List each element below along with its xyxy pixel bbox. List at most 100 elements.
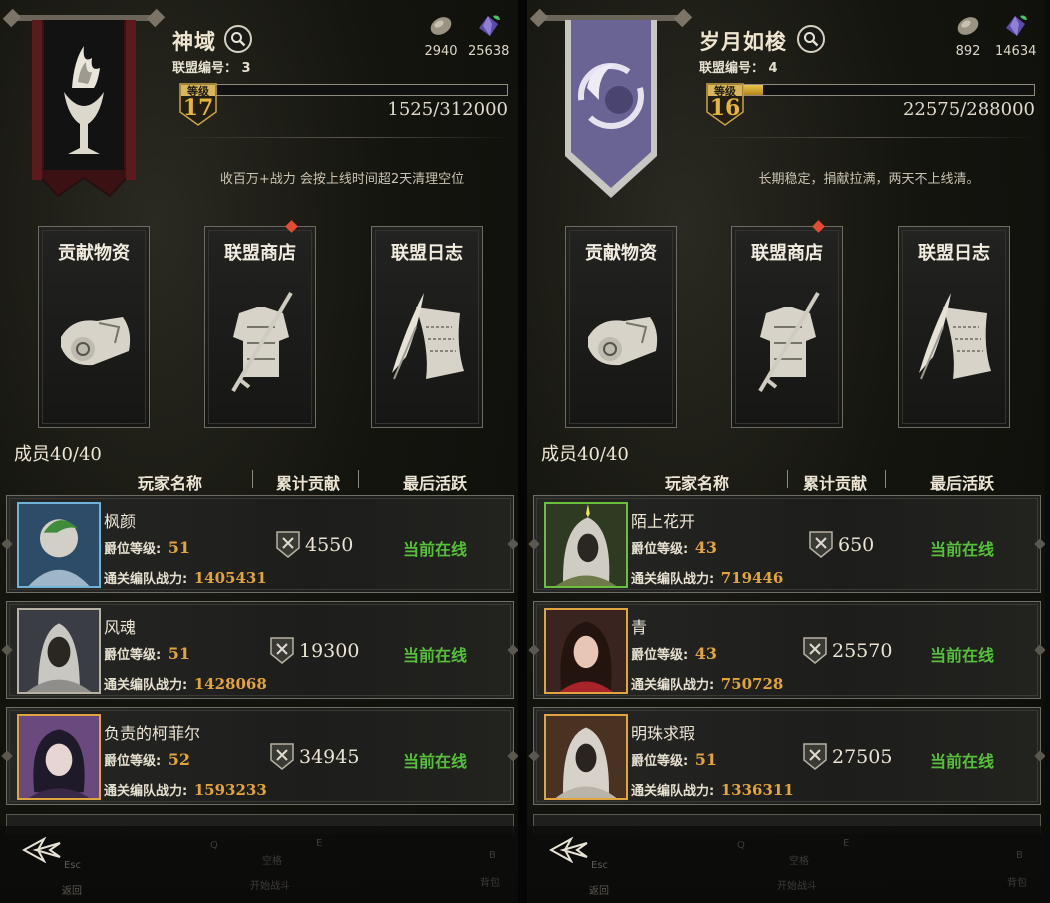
avatar[interactable] (17, 502, 101, 588)
contribute-supplies-card[interactable]: 贡献物资 (565, 226, 677, 428)
alliance-shop-card[interactable]: 联盟商店 (204, 220, 316, 428)
key-hint-space: 空格 (789, 856, 809, 867)
team-power: 通关编队战力: 1593233 (104, 780, 267, 799)
rank-level: 爵位等级: 43 (631, 538, 717, 557)
contribution-value: 34945 (299, 746, 360, 768)
player-name: 陌上花开 (631, 512, 696, 531)
search-icon[interactable] (224, 25, 252, 53)
alliance-log-card[interactable]: 联盟日志 (898, 226, 1010, 428)
member-row[interactable]: 明珠求瑕 爵位等级: 51 通关编队战力: 1336311 27505 当前在线 (528, 707, 1045, 805)
alliance-xp-bar (739, 84, 1035, 96)
rank-level: 爵位等级: 51 (104, 644, 190, 663)
member-row[interactable]: 枫颜 爵位等级: 51 通关编队战力: 1405431 4550 当前在线 (1, 495, 518, 593)
level-badge-icon: 等级 17 (178, 82, 218, 126)
level-value: 16 (709, 95, 741, 121)
rank-level: 爵位等级: 51 (631, 750, 717, 769)
power-label: 通关编队战力: (631, 678, 715, 693)
start-battle-label: 开始战斗 (777, 881, 817, 892)
power-label: 通关编队战力: (104, 678, 188, 693)
rank-label: 爵位等级: (631, 648, 689, 663)
row-ornament (1, 644, 13, 656)
power-value: 1428068 (193, 675, 267, 693)
player-name: 负责的柯菲尔 (104, 724, 201, 743)
alliance-id-value: 3 (241, 61, 251, 76)
column-last-active[interactable]: 最后活跃 (930, 470, 994, 494)
rank-label: 爵位等级: (104, 754, 162, 769)
column-contribution[interactable]: 累计贡献 (276, 470, 340, 494)
card-title: 贡献物资 (585, 243, 657, 264)
power-value: 1405431 (193, 569, 267, 587)
player-name: 明珠求瑕 (631, 724, 696, 743)
divider (172, 137, 512, 138)
quill-icon (386, 287, 470, 397)
column-contribution[interactable]: 累计贡献 (803, 470, 867, 494)
back-label[interactable]: 返回 (62, 882, 82, 897)
online-status: 当前在线 (930, 752, 995, 771)
contribute-supplies-card[interactable]: 贡献物资 (38, 226, 150, 428)
card-title: 贡献物资 (58, 243, 130, 264)
rank-label: 爵位等级: (104, 542, 162, 557)
player-name: 青 (631, 618, 648, 637)
player-name: 枫颜 (104, 512, 137, 531)
contribution-value: 650 (838, 534, 875, 556)
members-count: 成员40/40 (14, 444, 102, 465)
team-power: 通关编队战力: 1428068 (104, 674, 267, 693)
avatar[interactable] (544, 608, 628, 694)
column-player-name[interactable]: 玩家名称 (665, 470, 729, 494)
avatar[interactable] (17, 714, 101, 800)
key-hint-e: E (843, 838, 850, 849)
row-ornament (1034, 750, 1045, 762)
power-value: 1336311 (720, 781, 794, 799)
row-ornament (507, 750, 518, 762)
member-row[interactable]: 负责的柯菲尔 爵位等级: 52 通关编队战力: 1593233 34945 当前… (1, 707, 518, 805)
alliance-id-label: 联盟编号： (172, 61, 238, 76)
contribution-value: 27505 (832, 746, 893, 768)
rank-value: 43 (694, 644, 717, 663)
column-player-name[interactable]: 玩家名称 (138, 470, 202, 494)
crystal-resource-icon (1002, 14, 1028, 38)
row-ornament (528, 644, 540, 656)
rank-value: 51 (694, 750, 717, 769)
crystal-resource-value: 14634 (995, 44, 1037, 59)
rank-value: 51 (167, 644, 190, 663)
column-last-active[interactable]: 最后活跃 (403, 470, 467, 494)
crystal-resource-value: 25638 (468, 44, 510, 59)
member-row[interactable]: 陌上花开 爵位等级: 43 通关编队战力: 719446 650 当前在线 (528, 495, 1045, 593)
online-status: 当前在线 (930, 540, 995, 559)
power-value: 750728 (720, 675, 784, 693)
back-arrow-icon[interactable] (548, 836, 589, 864)
back-label[interactable]: 返回 (589, 882, 609, 897)
new-badge (285, 220, 298, 233)
key-hint-esc: Esc (591, 860, 609, 871)
key-hint-e: E (316, 838, 323, 849)
alliance-id: 联盟编号： 4 (699, 57, 778, 76)
back-arrow-icon[interactable] (21, 836, 62, 864)
member-row[interactable]: 风魂 爵位等级: 51 通关编队战力: 1428068 19300 当前在线 (1, 601, 518, 699)
power-value: 1593233 (193, 781, 267, 799)
avatar[interactable] (544, 502, 628, 588)
crystal-resource: 14634 (995, 14, 1037, 59)
alliance-log-card[interactable]: 联盟日志 (371, 226, 483, 428)
search-icon[interactable] (797, 25, 825, 53)
alliance-xp-bar (212, 84, 508, 96)
avatar[interactable] (17, 608, 101, 694)
member-row[interactable]: 青 爵位等级: 43 通关编队战力: 750728 25570 当前在线 (528, 601, 1045, 699)
power-label: 通关编队战力: (631, 784, 715, 799)
key-hint-b: B (489, 850, 496, 861)
scroll-icon (580, 287, 664, 397)
bottom-bar: Esc 返回 Q E 空格 开始战斗 B 背包 (0, 826, 518, 903)
level-badge-icon: 等级 16 (705, 82, 745, 126)
key-hint-q: Q (737, 840, 745, 851)
alliance-id: 联盟编号： 3 (172, 57, 251, 76)
alliance-notice: 收百万+战力 会按上线时间超2天清理空位 (219, 172, 465, 187)
alliance-shop-card[interactable]: 联盟商店 (731, 220, 843, 428)
row-ornament (1, 538, 13, 550)
card-title: 联盟商店 (224, 243, 296, 264)
avatar[interactable] (544, 714, 628, 800)
crystal-resource: 25638 (468, 14, 510, 59)
power-label: 通关编队战力: (631, 572, 715, 587)
rank-label: 爵位等级: (104, 648, 162, 663)
alliance-id-value: 4 (768, 61, 778, 76)
stone-resource-icon (955, 14, 981, 38)
online-status: 当前在线 (403, 752, 468, 771)
